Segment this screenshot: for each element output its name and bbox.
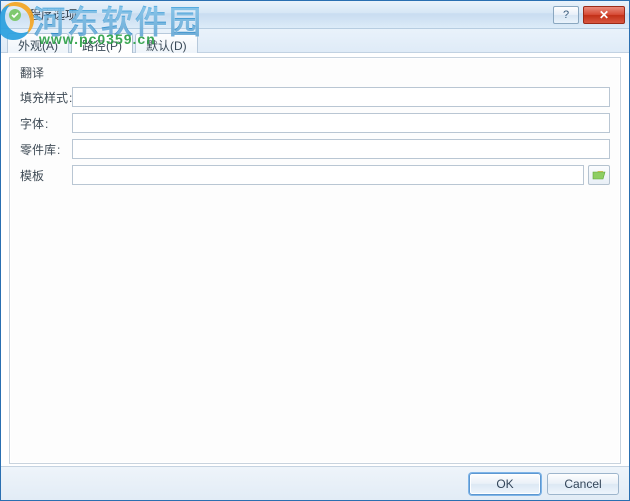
label-template: 模板 bbox=[20, 167, 72, 184]
app-icon bbox=[7, 7, 23, 23]
tab-strip: 外观(A) 路径(P) 默认(D) bbox=[1, 29, 629, 53]
row-template: 模板 bbox=[20, 165, 610, 185]
row-fill-style: 填充样式 bbox=[20, 87, 610, 107]
folder-open-icon bbox=[592, 169, 606, 181]
input-template[interactable] bbox=[72, 165, 584, 185]
form-rows: 填充样式 字体 零件库 模板 bbox=[10, 85, 620, 185]
input-part-library[interactable] bbox=[72, 139, 610, 159]
title-bar: 程序选项 ? ✕ bbox=[1, 1, 629, 29]
help-glyph: ? bbox=[563, 9, 569, 21]
window-buttons: ? ✕ bbox=[553, 6, 625, 24]
content-panel: 翻译 填充样式 字体 零件库 模板 bbox=[9, 57, 621, 464]
cancel-button[interactable]: Cancel bbox=[547, 473, 619, 495]
window-title: 程序选项 bbox=[29, 6, 77, 23]
help-button[interactable]: ? bbox=[553, 6, 579, 24]
dialog-window: 河东软件园 www.pc0359.cn 程序选项 ? ✕ 外观(A) 路径(P)… bbox=[0, 0, 630, 501]
input-font[interactable] bbox=[72, 113, 610, 133]
ok-button[interactable]: OK bbox=[469, 473, 541, 495]
tab-defaults[interactable]: 默认(D) bbox=[135, 33, 198, 53]
label-fill-style: 填充样式 bbox=[20, 89, 72, 106]
input-fill-style[interactable] bbox=[72, 87, 610, 107]
row-part-library: 零件库 bbox=[20, 139, 610, 159]
close-button[interactable]: ✕ bbox=[583, 6, 625, 24]
row-font: 字体 bbox=[20, 113, 610, 133]
close-icon: ✕ bbox=[599, 8, 609, 22]
label-part-library: 零件库 bbox=[20, 141, 72, 158]
tab-paths[interactable]: 路径(P) bbox=[71, 33, 133, 53]
label-font: 字体 bbox=[20, 115, 72, 132]
browse-template-button[interactable] bbox=[588, 165, 610, 185]
section-title: 翻译 bbox=[10, 58, 620, 85]
tab-appearance[interactable]: 外观(A) bbox=[7, 33, 69, 53]
dialog-footer: OK Cancel bbox=[1, 466, 629, 500]
